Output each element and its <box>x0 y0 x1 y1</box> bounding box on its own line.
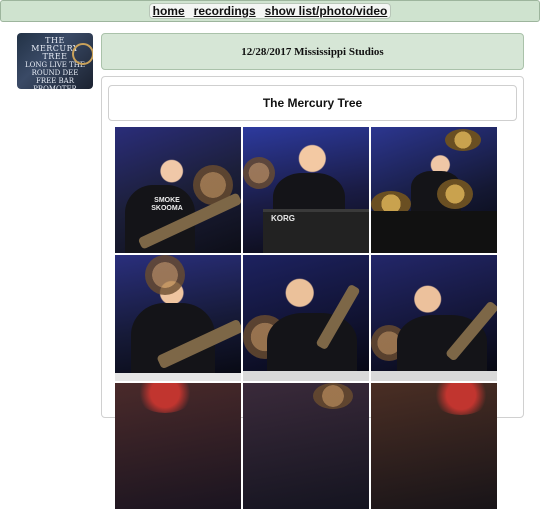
photo-guitarist-closeup-left[interactable] <box>115 255 241 381</box>
photo-row3-left[interactable] <box>115 383 241 509</box>
photo-row3-center[interactable] <box>243 383 369 509</box>
nav-link-home[interactable]: home <box>153 4 185 18</box>
shirt-text: SMOKE SKOOMA <box>151 197 183 212</box>
photo-guitarist-right[interactable] <box>371 255 497 381</box>
photo-gallery-panel: The Mercury Tree SMOKE SKOOMA KORG <box>101 76 524 509</box>
poster-logo-line: FREE BAR PROMOTER <box>33 77 77 89</box>
photo-row3-right[interactable] <box>371 383 497 509</box>
photo-guitarist-center[interactable] <box>243 255 369 381</box>
nav-link-show-list[interactable]: show list/photo/video <box>265 4 388 18</box>
photo-bassist[interactable]: SMOKE SKOOMA <box>115 127 241 253</box>
photo-keyboardist[interactable]: KORG <box>243 127 369 253</box>
poster-ring-graphic <box>72 43 93 65</box>
show-poster-thumbnail[interactable]: THE MERCURY TREE LONG LIVE THE ROUND DEE… <box>17 33 93 89</box>
show-date-venue: 12/28/2017 Mississippi Studios <box>241 45 384 58</box>
photo-drummer[interactable] <box>371 127 497 253</box>
nav-links: home recordings show list/photo/video <box>148 3 392 19</box>
show-header: 12/28/2017 Mississippi Studios <box>101 33 524 70</box>
nav-link-recordings[interactable]: recordings <box>194 4 256 18</box>
top-nav-bar: home recordings show list/photo/video <box>0 0 540 22</box>
band-title: The Mercury Tree <box>108 85 517 121</box>
band-name: The Mercury Tree <box>262 96 363 110</box>
poster-logo-line: ROUND DEE <box>31 69 79 77</box>
keyboard-brand-label: KORG <box>271 214 295 223</box>
